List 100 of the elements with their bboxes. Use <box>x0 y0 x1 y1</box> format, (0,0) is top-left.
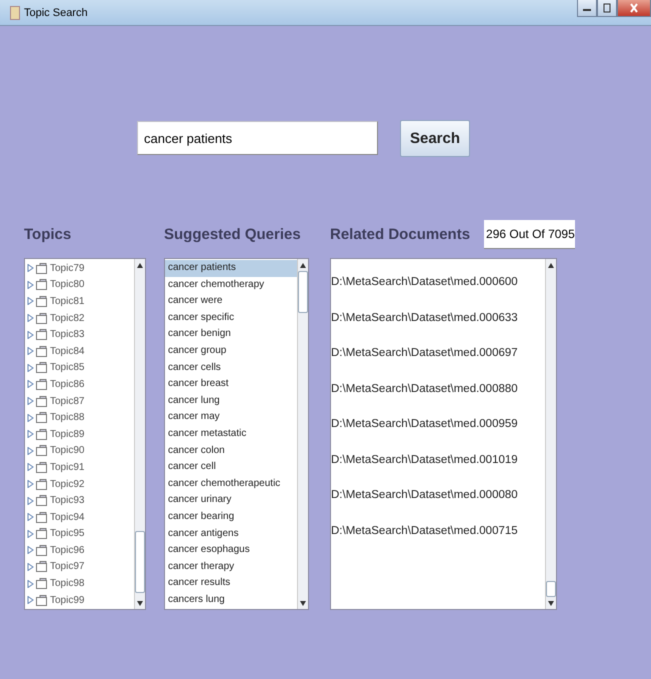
topic-item[interactable]: Topic87 <box>50 396 84 407</box>
query-item[interactable]: cancer urinary <box>165 492 297 509</box>
query-item[interactable]: cancer bearing <box>165 508 297 526</box>
topic-item[interactable]: Topic88 <box>50 412 84 424</box>
topic-item[interactable]: Topic97 <box>50 561 84 572</box>
query-item[interactable]: cancer patients <box>165 260 297 277</box>
folder-icon <box>36 312 48 324</box>
folder-icon <box>36 329 48 340</box>
document-path[interactable]: D:\MetaSearch\Dataset\med.000959 <box>331 418 545 454</box>
documents-heading: Related Documents <box>330 226 470 242</box>
query-item[interactable]: cancer results <box>165 575 297 592</box>
topic-item[interactable]: Topic92 <box>50 478 84 490</box>
folder-icon <box>36 478 48 490</box>
folder-icon <box>36 594 48 606</box>
count-field: 296 Out Of 7095 <box>484 220 575 248</box>
query-item[interactable]: cancer specific <box>165 310 297 326</box>
expand-icon[interactable] <box>27 530 34 538</box>
topic-item[interactable]: Topic90 <box>50 445 84 456</box>
topic-item[interactable]: Topic95 <box>50 528 84 540</box>
query-item[interactable]: cancer therapy <box>165 558 297 576</box>
topic-item[interactable]: Topic83 <box>50 329 84 340</box>
expand-icon[interactable] <box>27 414 34 422</box>
expand-icon[interactable] <box>27 596 34 604</box>
expand-icon[interactable] <box>27 496 34 505</box>
query-item[interactable]: cancers lung <box>165 592 297 608</box>
scroll-up-icon[interactable] <box>137 262 143 268</box>
query-item[interactable]: cancer lung <box>165 392 297 410</box>
query-item[interactable]: cancer chemotherapeutic <box>165 476 297 492</box>
topic-item[interactable]: Topic84 <box>50 346 84 357</box>
topic-item[interactable]: Topic91 <box>50 462 84 473</box>
expand-icon[interactable] <box>27 463 34 472</box>
scroll-thumb[interactable] <box>135 531 145 593</box>
expand-icon[interactable] <box>27 513 34 522</box>
expand-icon[interactable] <box>27 264 34 272</box>
folder-icon <box>36 495 48 506</box>
expand-icon[interactable] <box>27 430 34 438</box>
folder-icon <box>36 279 48 290</box>
topic-item[interactable]: Topic86 <box>50 378 84 390</box>
expand-icon[interactable] <box>27 347 34 356</box>
query-item[interactable]: cancer group <box>165 342 297 360</box>
document-path[interactable]: D:\MetaSearch\Dataset\med.000697 <box>331 347 545 382</box>
query-item[interactable]: cancer antigens <box>165 526 297 542</box>
query-item[interactable]: cancer cell <box>165 459 297 476</box>
expand-icon[interactable] <box>27 397 34 406</box>
scroll-down-icon[interactable] <box>548 600 554 606</box>
query-item[interactable]: cancer chemotherapy <box>165 276 297 294</box>
topic-item[interactable]: Topic94 <box>50 512 84 523</box>
document-path[interactable]: D:\MetaSearch\Dataset\med.000715 <box>331 524 545 560</box>
expand-icon[interactable] <box>27 280 34 289</box>
topic-item[interactable]: Topic96 <box>50 544 84 556</box>
search-field[interactable]: cancer patients <box>137 121 378 155</box>
topic-item[interactable]: Topic85 <box>50 362 84 374</box>
query-item[interactable]: cancer esophagus <box>165 542 297 559</box>
scroll-thumb[interactable] <box>298 271 308 313</box>
query-item[interactable]: cancer breast <box>165 376 297 393</box>
expand-icon[interactable] <box>27 562 34 571</box>
expand-icon[interactable] <box>27 580 34 588</box>
document-path[interactable]: D:\MetaSearch\Dataset\med.000633 <box>331 312 545 347</box>
scrollbar[interactable] <box>297 259 308 609</box>
expand-icon[interactable] <box>27 380 34 388</box>
topic-item[interactable]: Topic79 <box>50 262 84 274</box>
query-item[interactable]: cancer were <box>165 293 297 310</box>
query-item[interactable]: cancer colon <box>165 442 297 460</box>
expand-icon[interactable] <box>27 330 34 339</box>
folder-icon <box>36 346 48 357</box>
maximize-button[interactable] <box>597 0 617 17</box>
topic-item[interactable]: Topic81 <box>50 296 84 307</box>
expand-icon[interactable] <box>27 546 34 554</box>
expand-icon[interactable] <box>27 480 34 488</box>
expand-icon[interactable] <box>27 446 34 455</box>
query-item[interactable]: cancer metastatic <box>165 426 297 443</box>
query-item[interactable]: cancer benign <box>165 326 297 343</box>
window-title: Topic Search <box>24 6 88 18</box>
topic-item[interactable]: Topic89 <box>50 428 84 440</box>
document-path[interactable]: D:\MetaSearch\Dataset\med.000880 <box>331 382 545 418</box>
search-button[interactable]: Search <box>400 120 470 156</box>
topic-item[interactable]: Topic98 <box>50 578 84 590</box>
scroll-thumb[interactable] <box>546 581 556 597</box>
scroll-down-icon[interactable] <box>137 600 143 606</box>
scroll-up-icon[interactable] <box>548 262 554 268</box>
minimize-button[interactable] <box>577 0 597 17</box>
topic-item[interactable]: Topic93 <box>50 495 84 506</box>
expand-icon[interactable] <box>27 297 34 306</box>
query-item[interactable]: cancer cells <box>165 360 297 376</box>
document-path[interactable]: D:\MetaSearch\Dataset\med.000080 <box>331 489 545 524</box>
expand-icon[interactable] <box>27 314 34 322</box>
folder-icon <box>36 445 48 456</box>
scroll-up-icon[interactable] <box>300 262 306 268</box>
close-icon <box>629 3 639 13</box>
expand-icon[interactable] <box>27 364 34 372</box>
scrollbar[interactable] <box>545 259 556 609</box>
topic-item[interactable]: Topic82 <box>50 312 84 324</box>
topic-item[interactable]: Topic99 <box>50 594 84 606</box>
topic-item[interactable]: Topic80 <box>50 279 84 290</box>
document-path[interactable]: D:\MetaSearch\Dataset\med.000600 <box>331 276 545 312</box>
close-button[interactable] <box>617 0 651 17</box>
scrollbar[interactable] <box>134 259 145 609</box>
query-item[interactable]: cancer may <box>165 409 297 426</box>
document-path[interactable]: D:\MetaSearch\Dataset\med.001019 <box>331 454 545 489</box>
scroll-down-icon[interactable] <box>300 600 306 606</box>
